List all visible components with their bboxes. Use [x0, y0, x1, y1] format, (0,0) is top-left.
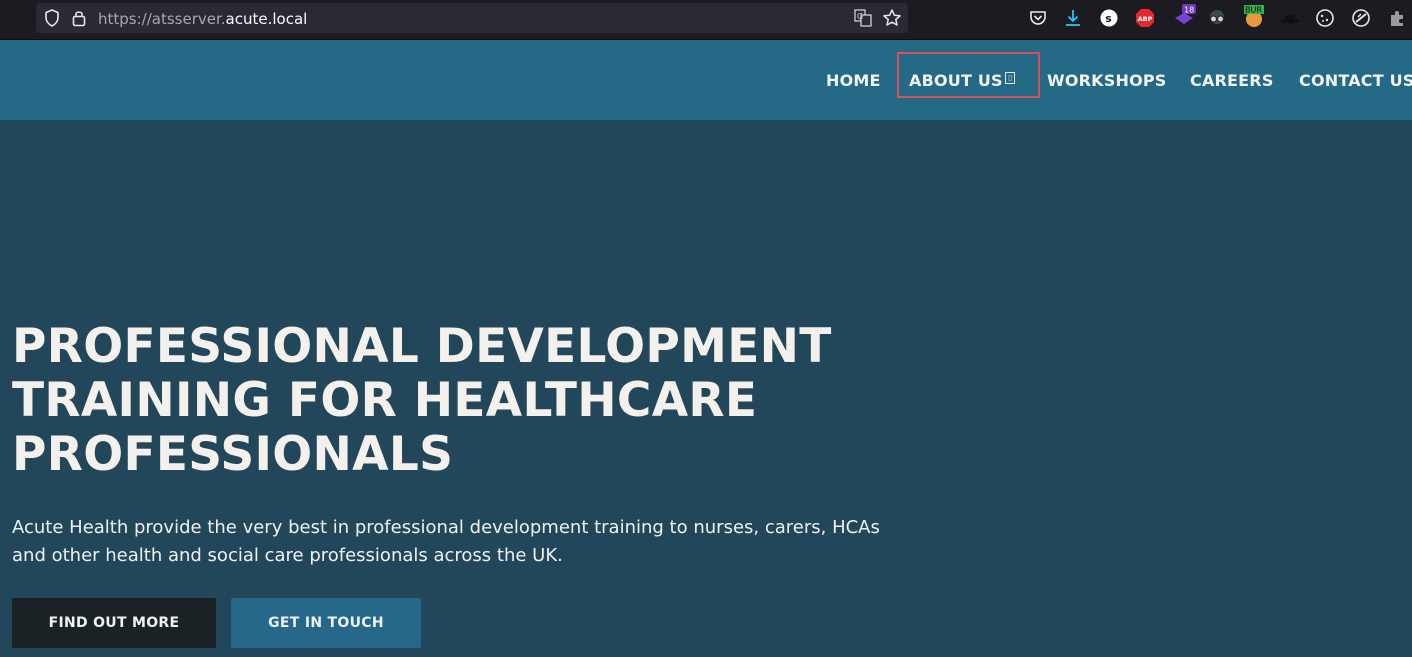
- hat-icon[interactable]: [1280, 8, 1300, 28]
- hero-title-line: PROFESSIONAL DEVELOPMENT: [12, 319, 832, 374]
- burp-icon[interactable]: BUR: [1243, 4, 1265, 28]
- site-header: HOME ABOUT US ▯ WORKSHOPS CAREERS CONTAC…: [0, 40, 1412, 120]
- nav-careers[interactable]: CAREERS: [1190, 71, 1274, 90]
- svg-text:18: 18: [1184, 6, 1194, 15]
- shield-icon[interactable]: [44, 9, 60, 27]
- browser-toolbar: https://atsserver.acute.local G s ABP 18: [0, 0, 1412, 40]
- url-domain: acute.local: [225, 10, 308, 28]
- nav-workshops[interactable]: WORKSHOPS: [1047, 71, 1167, 90]
- compass-icon[interactable]: [1351, 8, 1371, 28]
- svg-text:BUR: BUR: [1245, 6, 1262, 15]
- svg-text:ABP: ABP: [1138, 15, 1153, 23]
- download-icon[interactable]: [1063, 8, 1083, 28]
- url-prefix: https://atsserver.: [98, 10, 226, 28]
- highlight-box: [897, 52, 1040, 98]
- cookie-icon[interactable]: [1315, 8, 1335, 28]
- lock-icon[interactable]: [72, 9, 86, 27]
- hero-subtitle: Acute Health provide the very best in pr…: [12, 517, 880, 566]
- spy-glasses-icon[interactable]: [1207, 8, 1227, 28]
- hero-title-line: TRAINING FOR HEALTHCARE: [12, 373, 758, 428]
- hero-title: PROFESSIONAL DEVELOPMENT TRAINING FOR HE…: [12, 320, 892, 482]
- address-bar[interactable]: https://atsserver.acute.local G: [36, 3, 908, 33]
- hero-title-line: PROFESSIONALS: [12, 427, 454, 482]
- s-extension-icon[interactable]: s: [1099, 8, 1119, 28]
- extension-badge-icon[interactable]: 18: [1172, 4, 1196, 28]
- hero-section: PROFESSIONAL DEVELOPMENT TRAINING FOR HE…: [0, 120, 1412, 657]
- svg-text:s: s: [1105, 12, 1112, 25]
- find-out-more-button[interactable]: FIND OUT MORE: [12, 598, 216, 648]
- translate-icon[interactable]: G: [854, 9, 872, 27]
- url-text[interactable]: https://atsserver.acute.local: [98, 10, 307, 28]
- get-in-touch-button[interactable]: GET IN TOUCH: [231, 598, 421, 648]
- nav-contact-us[interactable]: CONTACT US: [1299, 71, 1412, 90]
- nav-home[interactable]: HOME: [826, 71, 881, 90]
- puzzle-icon[interactable]: [1387, 8, 1407, 28]
- svg-text:G: G: [857, 12, 863, 21]
- adblock-plus-icon[interactable]: ABP: [1135, 8, 1155, 28]
- bookmark-star-icon[interactable]: [882, 8, 902, 28]
- pocket-icon[interactable]: [1028, 8, 1048, 28]
